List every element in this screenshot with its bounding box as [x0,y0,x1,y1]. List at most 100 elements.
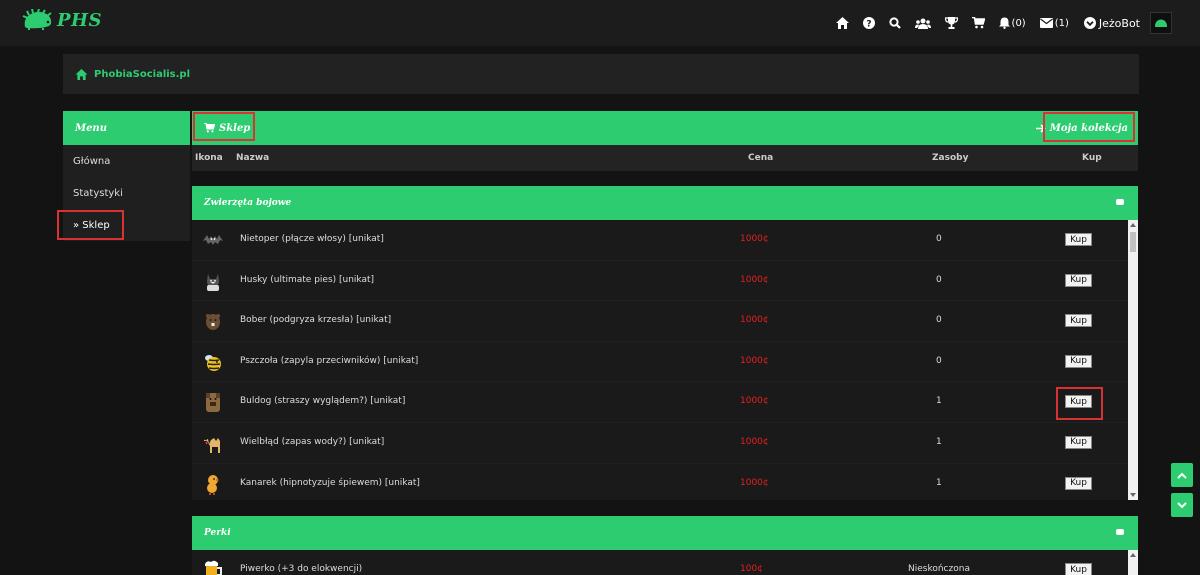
scroll-up-icon[interactable] [1130,223,1136,227]
buy-button[interactable]: Kup [1065,314,1092,328]
item-name: Piwerko (+3 do elokwencji) [240,564,363,574]
shop-panel: Sklep Moja kolekcja Ikona Nazwa Cena Zas… [192,111,1138,171]
item-stock: 1 [936,477,942,488]
collapse-toggle-icon[interactable] [1116,199,1124,205]
category-title: Zwierzęta bojowe [204,198,292,208]
item-stock: 1 [936,396,942,407]
item-name: Bober (podgryza krzesła) [unikat] [240,315,392,326]
category-battle-pets: Zwierzęta bojowe Nietoper (płącze włosy)… [192,186,1138,500]
sidebar-title: Menu [63,111,190,145]
shop-header: Sklep Moja kolekcja [192,111,1138,145]
item-stock: 0 [936,315,942,326]
chevron-down-circle-icon [1083,17,1096,29]
user-menu[interactable]: JeżoBot [1083,16,1140,30]
buy-button[interactable]: Kup [1065,354,1092,368]
messages-button[interactable]: (1) [1039,0,1069,46]
scroll-to-top-button[interactable] [1171,463,1193,487]
home-icon [75,68,88,80]
item-price: 1000¢ [740,396,769,407]
search-icon[interactable] [888,0,901,46]
item-price: 1000¢ [740,315,769,326]
hedgehog-icon [1155,19,1167,27]
item-name: Pszczoła (zapyla przeciwników) [unikat] [240,355,419,366]
top-navbar: PHS ? (0) (1) JeżoBot [0,0,1200,46]
cart-icon[interactable] [971,0,985,46]
sidebar-item-statystyki[interactable]: Statystyki [63,177,190,209]
bat-icon [202,229,224,251]
buy-button[interactable]: Kup [1065,233,1092,246]
highlight-my-collection [1043,112,1135,142]
category-list: Nietoper (płącze włosy) [unikat] 1000¢ 0… [192,220,1138,500]
item-stock: 0 [936,274,942,285]
scroll-up-icon[interactable] [1130,553,1136,557]
avatar[interactable] [1150,12,1172,34]
item-stock: 1 [936,436,942,447]
category-header: Perki [192,516,1138,550]
column-header-name: Nazwa [236,153,270,163]
collapse-toggle-icon[interactable] [1116,529,1124,535]
table-row: Wielbłąd (zapas wody?) [unikat] 1000¢ 1 … [192,423,1138,464]
breadcrumb-link[interactable]: PhobiaSocialis.pl [94,69,190,80]
bee-icon [202,351,224,373]
chevron-up-icon [1177,472,1187,479]
category-list: Piwerko (+3 do elokwencji) 100¢ Nieskońc… [192,550,1138,575]
highlight-buy-bulldog [1056,387,1103,420]
item-stock: Nieskończona [908,564,970,574]
scrollbar[interactable] [1128,550,1138,575]
scrollbar-thumb[interactable] [1130,232,1136,252]
item-name: Kanarek (hipnotyzuje śpiewem) [unikat] [240,477,420,488]
column-header-buy: Kup [1082,153,1102,163]
category-title: Perki [204,528,231,538]
table-row: Bober (podgryza krzesła) [unikat] 1000¢ … [192,301,1138,342]
item-name: Wielbłąd (zapas wody?) [unikat] [240,436,385,447]
buy-button[interactable]: Kup [1065,273,1092,287]
camel-icon [202,432,224,454]
highlight-shop-title [193,112,255,141]
buy-button[interactable]: Kup [1065,476,1092,490]
breadcrumb: PhobiaSocialis.pl [63,54,1139,94]
category-perks: Perki Piwerko (+3 do elokwencji) 100¢ Ni… [192,516,1138,575]
messages-count: (1) [1054,17,1069,29]
column-header-stock: Zasoby [932,153,969,163]
table-row: Husky (ultimate pies) [unikat] 1000¢ 0 K… [192,261,1138,302]
item-name: Nietoper (płącze włosy) [unikat] [240,234,384,244]
logo[interactable]: PHS [21,9,102,31]
item-price: 1000¢ [740,355,769,366]
sidebar-item-glowna[interactable]: Główna [63,145,190,177]
item-price: 1000¢ [740,436,769,447]
beer-icon [202,559,224,575]
beaver-icon [202,310,224,332]
notifications-count: (0) [1011,17,1026,29]
bell-icon [998,17,1010,29]
users-icon[interactable] [914,0,931,46]
envelope-icon [1039,18,1053,28]
buy-button[interactable]: Kup [1065,563,1092,575]
table-row: Kanarek (hipnotyzuje śpiewem) [unikat] 1… [192,464,1138,500]
hedgehog-icon [22,9,52,30]
item-price: 1000¢ [740,477,769,488]
chevron-down-icon [1177,501,1187,508]
table-row: Piwerko (+3 do elokwencji) 100¢ Nieskońc… [192,550,1138,575]
column-header-price: Cena [748,153,774,163]
scroll-down-icon[interactable] [1130,493,1136,497]
trophy-icon[interactable] [944,0,958,46]
notifications-button[interactable]: (0) [998,0,1026,46]
help-icon[interactable]: ? [862,0,875,46]
item-stock: 0 [936,355,942,366]
canary-icon [202,473,224,495]
home-icon[interactable] [835,0,849,46]
table-row: Buldog (straszy wyglądem?) [unikat] 1000… [192,382,1138,423]
table-header: Ikona Nazwa Cena Zasoby Kup [192,145,1138,171]
husky-icon [202,270,224,292]
table-row: Pszczoła (zapyla przeciwników) [unikat] … [192,342,1138,383]
item-name: Buldog (straszy wyglądem?) [unikat] [240,396,406,407]
item-price: 100¢ [740,564,763,574]
brand-name: PHS [57,9,103,31]
username: JeżoBot [1098,16,1140,30]
category-header: Zwierzęta bojowe [192,186,1138,220]
scroll-to-bottom-button[interactable] [1171,493,1193,517]
item-stock: 0 [936,234,942,244]
buy-button[interactable]: Kup [1065,435,1092,449]
bulldog-icon [202,391,224,413]
scrollbar[interactable] [1128,220,1138,500]
